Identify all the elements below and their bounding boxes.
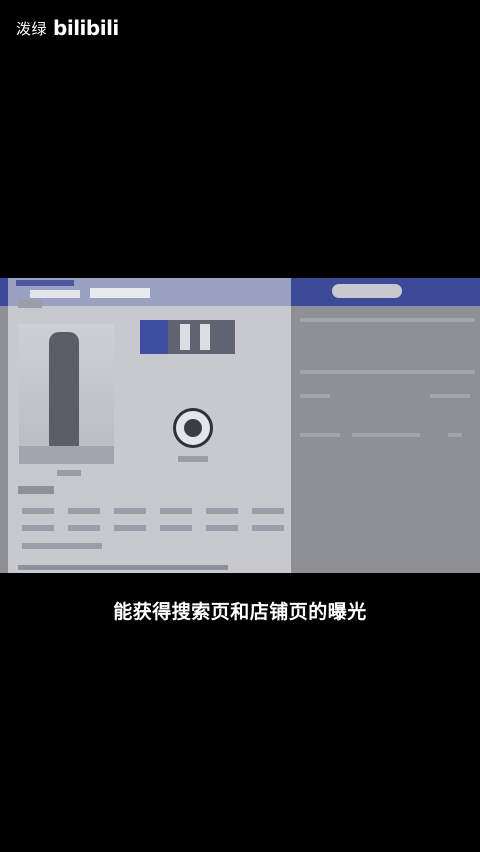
recording-product-panel: [8, 278, 291, 573]
bilibili-logo: bilibili: [53, 16, 119, 40]
recording-attributes-row: [22, 508, 284, 514]
watermark: 泼绿 bilibili: [16, 16, 119, 40]
recording-search-pill: [332, 284, 402, 298]
recording-attributes-row: [22, 525, 284, 531]
recording-panel-header: [8, 278, 291, 306]
recording-attributes-title: [18, 486, 54, 494]
watermark-account: 泼绿: [16, 19, 48, 38]
recording-attributes-row: [22, 543, 102, 549]
video-subtitle: 能获得搜索页和店铺页的曝光: [113, 601, 367, 623]
recording-thumbnail-strip: [140, 320, 235, 354]
recording-footer-line: [18, 565, 228, 570]
recording-icon: [173, 408, 213, 448]
recording-section-title: [18, 300, 42, 308]
video-frame[interactable]: [0, 278, 480, 573]
recording-product-image: [19, 324, 114, 476]
